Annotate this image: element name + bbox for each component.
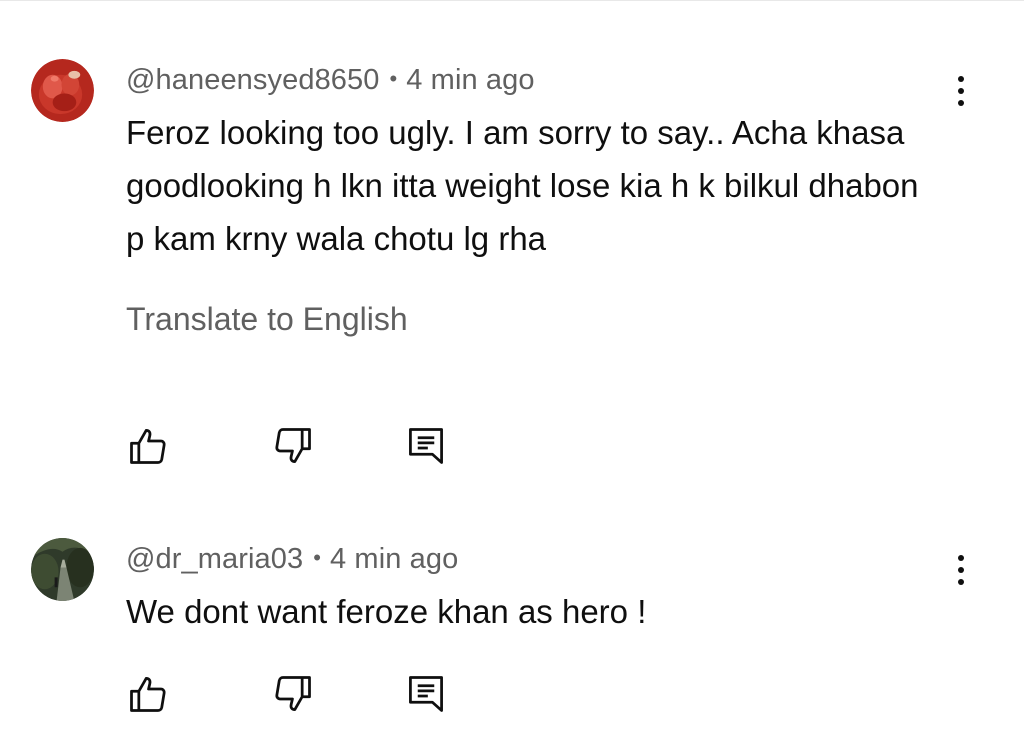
thumbs-down-icon <box>275 676 311 711</box>
thumbs-up-icon <box>130 677 166 712</box>
thumbs-down-icon <box>275 428 311 463</box>
avatar[interactable] <box>31 59 94 122</box>
red-flower-avatar-icon <box>31 59 94 122</box>
more-vertical-icon <box>958 555 964 561</box>
more-dot <box>958 579 964 585</box>
more-options-button[interactable] <box>946 69 976 113</box>
comment-time: 4 min ago <box>330 543 459 575</box>
reply-button[interactable] <box>404 672 448 716</box>
comments-page: @haneensyed8650 • 4 min ago Feroz looking … <box>0 0 1024 732</box>
reply-comment-icon <box>409 428 443 464</box>
comment-text: We dont want feroze khan as hero ! <box>126 593 647 630</box>
road-scene-avatar-icon <box>31 538 94 601</box>
dislike-button[interactable] <box>271 672 315 716</box>
more-vertical-icon <box>958 76 964 82</box>
comment-meta: @haneensyed8650 • 4 min ago <box>126 64 535 97</box>
comment-meta: @dr_maria03 • 4 min ago <box>126 543 458 576</box>
reply-button[interactable] <box>404 424 448 468</box>
comment-text: Feroz looking too ugly. I am sorry to sa… <box>126 114 919 257</box>
more-dot <box>958 88 964 94</box>
like-button[interactable] <box>126 672 170 716</box>
translate-button[interactable]: Translate to English <box>126 301 408 338</box>
meta-separator: • <box>313 545 322 570</box>
avatar[interactable] <box>31 538 94 601</box>
reply-comment-icon <box>409 676 443 712</box>
more-dot <box>958 100 964 106</box>
meta-separator: • <box>389 66 398 91</box>
more-dot <box>958 567 964 573</box>
thumbs-up-icon <box>130 429 166 464</box>
dislike-button[interactable] <box>271 424 315 468</box>
comment-time: 4 min ago <box>406 64 535 96</box>
comment-author[interactable]: @haneensyed8650 <box>126 64 379 96</box>
comment-author[interactable]: @dr_maria03 <box>126 543 303 575</box>
more-options-button[interactable] <box>946 548 976 592</box>
like-button[interactable] <box>126 424 170 468</box>
